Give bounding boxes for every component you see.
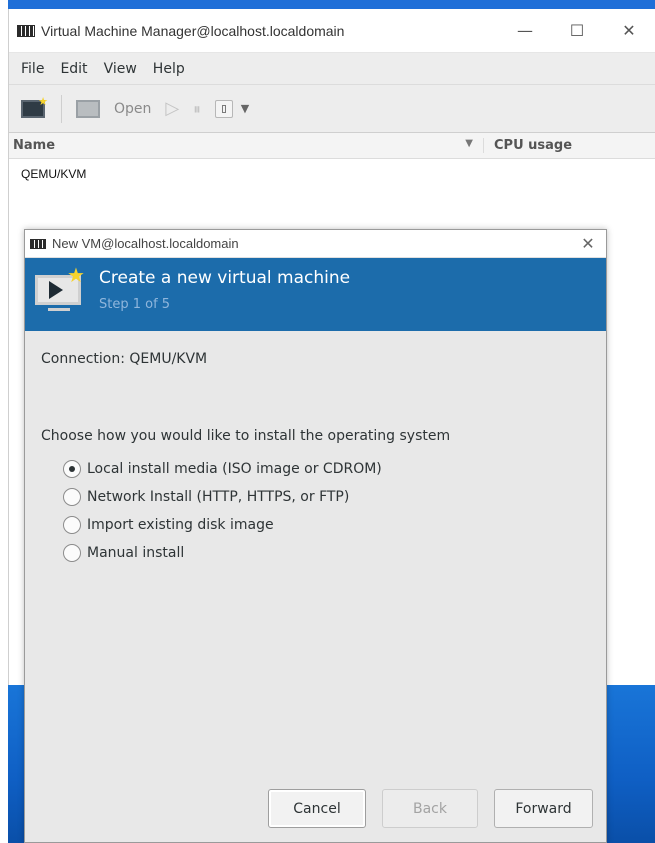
menu-view[interactable]: View	[96, 61, 145, 77]
maximize-button[interactable]: ☐	[551, 9, 603, 53]
option-label: Local install media (ISO image or CDROM)	[87, 461, 382, 477]
menu-edit[interactable]: Edit	[52, 61, 95, 77]
virt-manager-app-icon	[17, 24, 35, 37]
shutdown-button[interactable]	[214, 99, 233, 118]
cancel-button[interactable]: Cancel	[268, 789, 366, 828]
desktop-background-left	[8, 685, 24, 843]
chevron-down-icon: ▼	[240, 102, 250, 115]
shutdown-icon	[214, 99, 233, 118]
connection-name: QEMU/KVM	[21, 167, 87, 181]
menu-file[interactable]: File	[13, 61, 52, 77]
sort-chevron-icon: ▼	[465, 138, 473, 149]
column-cpu-usage[interactable]: CPU usage	[483, 138, 572, 153]
connection-row[interactable]: QEMU/KVM	[9, 159, 655, 189]
pause-icon: ⏸	[193, 99, 201, 118]
minimize-button[interactable]: —	[499, 9, 551, 53]
radio-button[interactable]	[63, 544, 81, 562]
dialog-title: New VM@localhost.localdomain	[52, 236, 239, 251]
wizard-step: Step 1 of 5	[99, 297, 171, 312]
new-vm-dialog: New VM@localhost.localdomain ✕ ★ Create …	[24, 229, 607, 843]
main-window-title: Virtual Machine Manager@localhost.locald…	[41, 22, 345, 39]
option-manual-install[interactable]: Manual install	[63, 539, 590, 567]
menubar: File Edit View Help	[9, 53, 655, 85]
wizard-banner: ★ Create a new virtual machine Step 1 of…	[25, 258, 606, 331]
dialog-body: Connection: QEMU/KVM Choose how you woul…	[25, 351, 606, 567]
radio-button[interactable]	[63, 488, 81, 506]
toolbar: ★ Open ▷ ⏸ ▼	[9, 85, 655, 133]
new-vm-button[interactable]: ★	[21, 96, 48, 118]
main-titlebar[interactable]: Virtual Machine Manager@localhost.locald…	[9, 9, 655, 53]
new-vm-icon: ★	[21, 96, 48, 118]
open-label: Open	[114, 100, 152, 117]
dialog-titlebar[interactable]: New VM@localhost.localdomain ✕	[25, 230, 606, 258]
install-method-options: Local install media (ISO image or CDROM)…	[41, 455, 590, 567]
vm-list-header: Name ▼ CPU usage	[9, 133, 655, 159]
install-method-prompt: Choose how you would like to install the…	[41, 428, 451, 444]
run-button[interactable]: ▷	[165, 98, 179, 119]
option-label: Manual install	[87, 545, 185, 561]
close-button[interactable]: ✕	[603, 9, 655, 53]
new-vm-monitor-icon: ★	[35, 265, 85, 317]
dialog-close-button[interactable]: ✕	[570, 234, 606, 253]
pause-button[interactable]: ⏸	[193, 100, 201, 118]
radio-button-selected[interactable]	[63, 460, 81, 478]
radio-button[interactable]	[63, 516, 81, 534]
option-label: Network Install (HTTP, HTTPS, or FTP)	[87, 489, 350, 505]
toolbar-separator	[61, 94, 62, 123]
forward-button[interactable]: Forward	[494, 789, 593, 828]
shutdown-menu-button[interactable]: ▼	[241, 102, 249, 115]
play-icon: ▷	[165, 98, 180, 119]
option-network-install[interactable]: Network Install (HTTP, HTTPS, or FTP)	[63, 483, 590, 511]
column-name-label: Name	[13, 138, 56, 153]
menu-help[interactable]: Help	[145, 61, 193, 77]
option-local-install-media[interactable]: Local install media (ISO image or CDROM)	[63, 455, 590, 483]
connection-label: Connection: QEMU/KVM	[41, 351, 208, 367]
open-button[interactable]: Open	[76, 99, 152, 118]
virt-manager-app-icon	[30, 238, 46, 249]
back-button[interactable]: Back	[382, 789, 478, 828]
monitor-icon	[76, 99, 100, 118]
option-label: Import existing disk image	[87, 517, 274, 533]
wizard-title: Create a new virtual machine	[99, 268, 351, 288]
column-name[interactable]: Name ▼	[9, 138, 483, 153]
desktop-background-right	[606, 685, 655, 843]
option-import-disk-image[interactable]: Import existing disk image	[63, 511, 590, 539]
